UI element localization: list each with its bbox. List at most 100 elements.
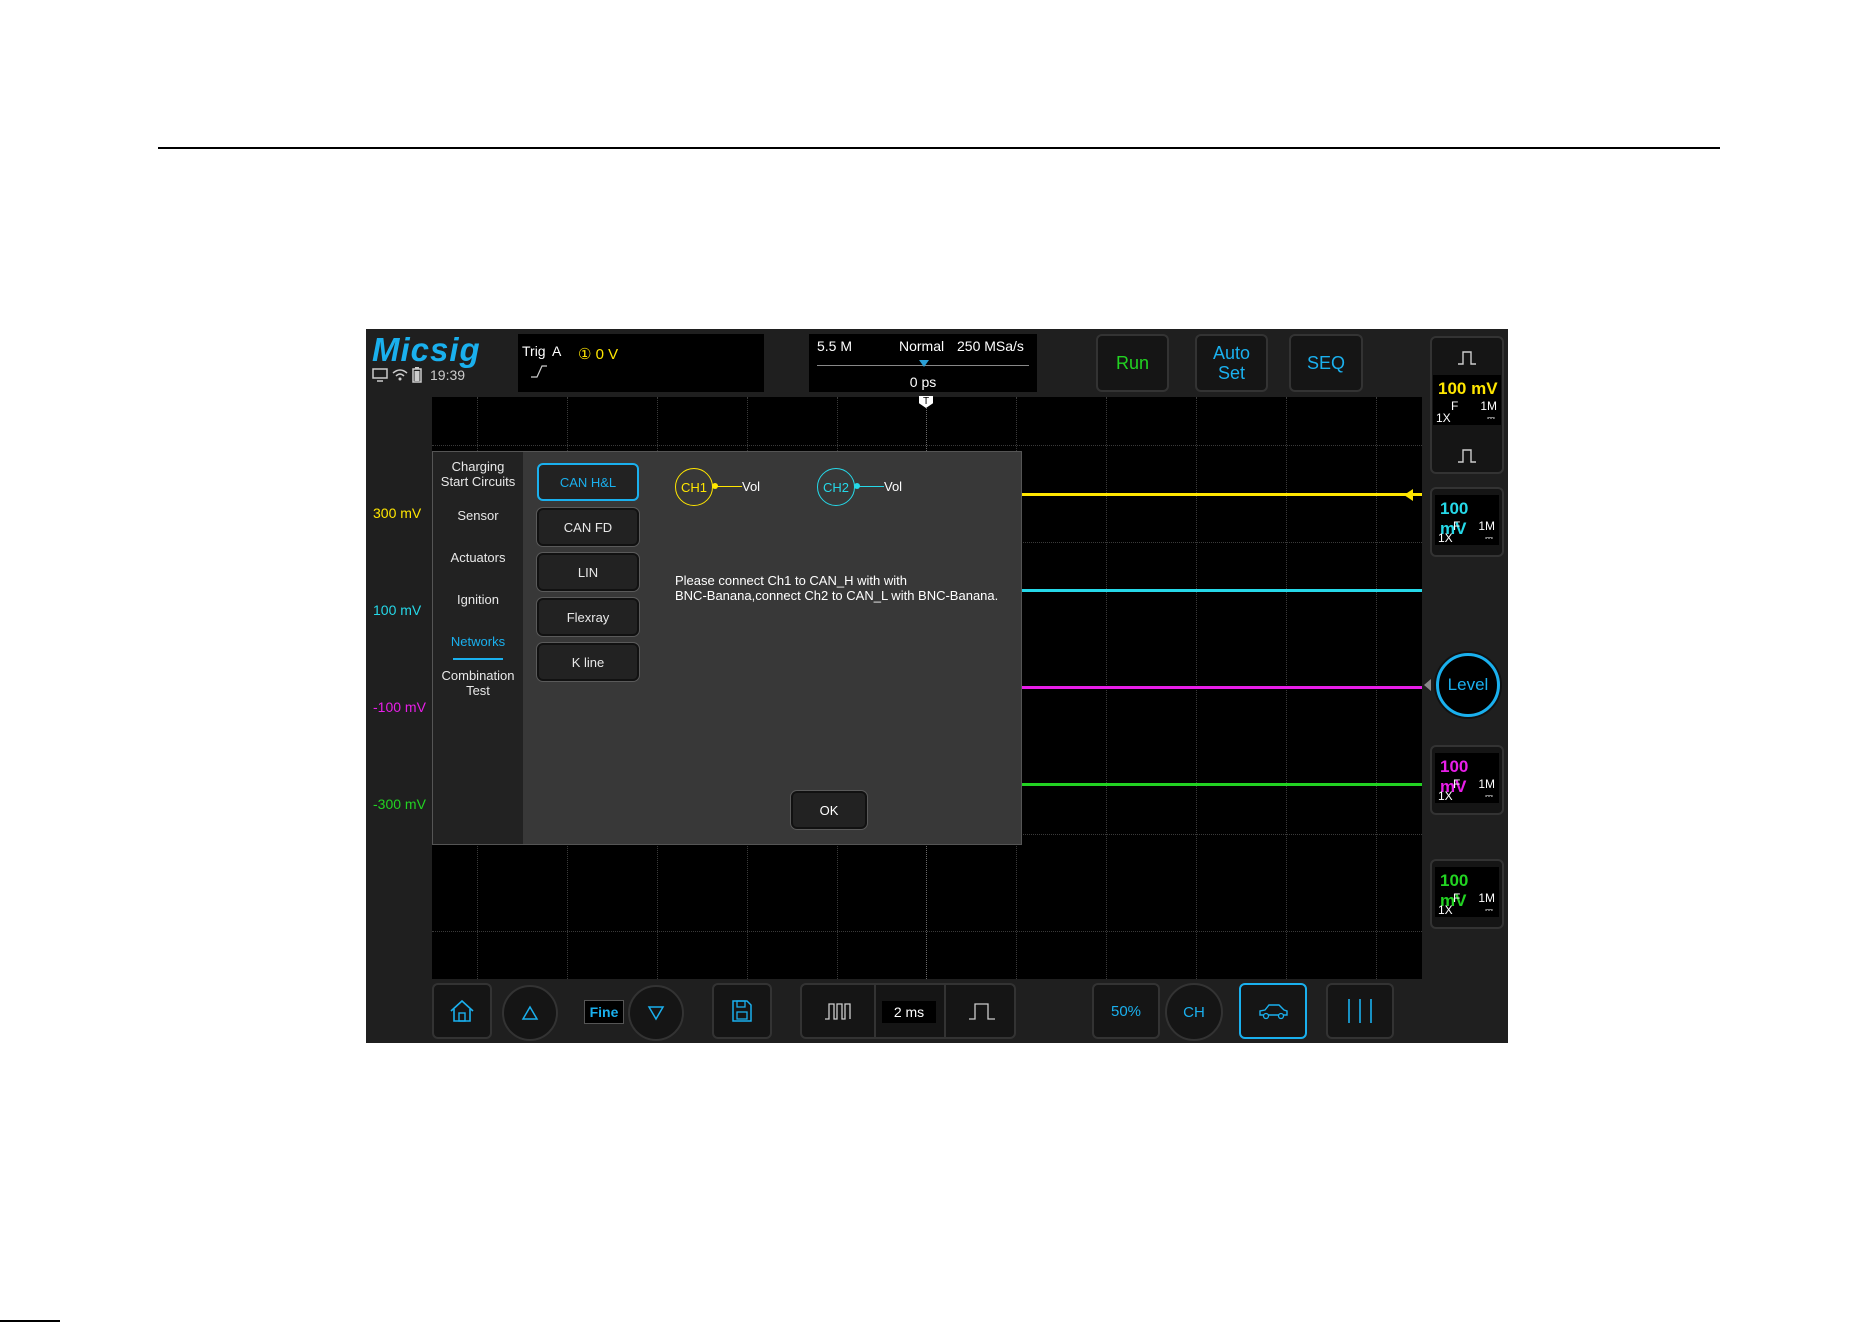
category-label: Combination Test	[441, 668, 515, 698]
network-can-fd[interactable]: CAN FD	[537, 508, 639, 546]
dc-icon: ⎓	[1485, 533, 1493, 544]
ch4-coupling: F	[1453, 891, 1461, 905]
category-sensor[interactable]: Sensor	[433, 508, 523, 523]
ch1-probe: 1X	[1436, 411, 1451, 425]
trigger-level: ① 0 V	[578, 346, 619, 363]
trigger-label: Trig	[522, 343, 546, 359]
category-combination-test[interactable]: Combination Test	[433, 668, 523, 698]
memory-depth: 5.5 M	[817, 338, 853, 354]
trigger-info[interactable]: Trig A ① 0 V	[518, 334, 764, 392]
y-label-100mv: 100 mV	[373, 602, 422, 618]
timebase-control[interactable]: 2 ms	[800, 983, 1016, 1039]
category-networks[interactable]: Networks	[433, 634, 523, 649]
ch2-impedance: 1M	[1478, 519, 1495, 533]
ch4-probe: 1X	[1438, 903, 1453, 917]
scale-down-button[interactable]	[628, 985, 684, 1041]
autoset-button[interactable]: Auto Set	[1195, 334, 1268, 392]
page-footer-rule	[0, 1320, 60, 1322]
battery-icon	[412, 367, 422, 383]
y-label-neg300mv: -300 mV	[373, 796, 426, 812]
ch2-connector-line	[858, 486, 884, 487]
save-icon	[732, 1000, 752, 1022]
ch1-badge: CH1	[675, 468, 713, 506]
rising-edge-icon	[531, 365, 547, 378]
up-triangle-icon	[521, 1005, 539, 1020]
dc-icon: ⎓	[1485, 905, 1493, 916]
ch4-impedance: 1M	[1478, 891, 1495, 905]
ch2-probe: 1X	[1438, 531, 1453, 545]
auto-test-dialog: Charging Start Circuits Sensor Actuators…	[432, 451, 1022, 845]
brand-logo: Micsig	[372, 331, 481, 368]
run-button[interactable]: Run	[1096, 334, 1169, 392]
network-lin[interactable]: LIN	[537, 553, 639, 591]
oscilloscope-screen: Micsig 19:39 Trig A ① 0 V 5.5 M Normal 2…	[366, 329, 1508, 1043]
home-icon	[450, 999, 474, 1022]
ch2-coupling: F	[1453, 519, 1461, 533]
dc-icon: ⎓	[1487, 413, 1495, 424]
ch2-settings[interactable]: 100 mV F 1M 1X ⎓	[1430, 487, 1504, 557]
network-flexray[interactable]: Flexray	[537, 598, 639, 636]
level-button[interactable]: Level	[1436, 653, 1500, 717]
dc-icon: ⎓	[1485, 791, 1493, 802]
y-label-300mv: 300 mV	[373, 505, 422, 521]
ch2-badge: CH2	[817, 468, 855, 506]
fine-toggle[interactable]: Fine	[584, 1000, 624, 1024]
cursor-button[interactable]	[1326, 983, 1394, 1039]
autoset-line1: Auto	[1212, 343, 1251, 363]
time-position: 0 ps	[909, 374, 937, 390]
autoset-line2: Set	[1217, 363, 1246, 383]
fifty-percent-button[interactable]: 50%	[1092, 983, 1160, 1039]
category-actuators[interactable]: Actuators	[433, 550, 523, 565]
trigger-source: A	[552, 343, 562, 359]
save-button[interactable]	[712, 983, 772, 1039]
clock-time: 19:39	[430, 367, 466, 383]
seq-button[interactable]: SEQ	[1289, 334, 1363, 392]
ch3-impedance: 1M	[1478, 777, 1495, 791]
category-list: Charging Start Circuits Sensor Actuators…	[433, 452, 523, 844]
pulse-icon	[1458, 449, 1476, 463]
level-pointer-icon	[1424, 679, 1431, 691]
category-charging-start-circuits[interactable]: Charging Start Circuits	[433, 459, 523, 489]
category-ignition[interactable]: Ignition	[433, 592, 523, 607]
ch2-signal: Vol	[884, 479, 903, 494]
trigger-position-marker[interactable]: T	[919, 396, 933, 408]
instruction-line-2: BNC-Banana,connect Ch2 to CAN_L with BNC…	[675, 588, 999, 603]
ch4-settings[interactable]: 100 mV F 1M 1X ⎓	[1430, 859, 1504, 929]
home-button[interactable]	[432, 983, 492, 1039]
auto-mode-button[interactable]	[1239, 983, 1307, 1039]
timebase-value: 2 ms	[882, 1001, 936, 1023]
y-label-neg100mv: -100 mV	[373, 699, 426, 715]
ch1-impedance: 1M	[1480, 399, 1497, 413]
active-category-underline	[453, 658, 503, 660]
page-divider-top	[158, 147, 1720, 149]
trigger-mode: Normal	[899, 338, 945, 354]
monitor-icon	[372, 368, 388, 382]
instruction-line-1: Please connect Ch1 to CAN_H with with	[675, 573, 907, 588]
sample-rate: 250 MSa/s	[957, 338, 1024, 354]
ch3-probe: 1X	[1438, 789, 1453, 803]
car-icon	[1259, 1004, 1288, 1020]
scale-up-button[interactable]	[502, 985, 558, 1041]
network-can-hl[interactable]: CAN H&L	[537, 463, 639, 501]
wide-pulse-icon[interactable]	[824, 1001, 852, 1021]
ch1-signal: Vol	[742, 479, 761, 494]
status-bar: 19:39	[372, 367, 465, 383]
channel-select-button[interactable]: CH	[1165, 983, 1223, 1041]
wifi-icon	[392, 369, 408, 381]
timebase-info[interactable]: 5.5 M Normal 250 MSa/s 0 ps	[809, 334, 1037, 392]
position-marker	[919, 360, 929, 367]
ch1-scale: 100 mV	[1438, 379, 1498, 398]
ok-button[interactable]: OK	[791, 791, 867, 829]
ch1-settings[interactable]: 100 mV F 1M 1X ⎓	[1430, 369, 1504, 439]
cursor-lines-icon	[1348, 999, 1372, 1023]
network-k-line[interactable]: K line	[537, 643, 639, 681]
connection-instructions: Please connect Ch1 to CAN_H with with BN…	[675, 573, 1005, 603]
ch1-connector-line	[716, 486, 742, 487]
ch3-coupling: F	[1453, 777, 1461, 791]
ch1-coupling: F	[1451, 399, 1459, 413]
category-label: Charging Start Circuits	[440, 459, 516, 489]
trigger-level-arrow[interactable]	[1404, 489, 1413, 501]
ch3-settings[interactable]: 100 mV F 1M 1X ⎓	[1430, 745, 1504, 815]
narrow-pulse-icon[interactable]	[968, 1001, 996, 1021]
down-triangle-icon	[647, 1006, 665, 1021]
